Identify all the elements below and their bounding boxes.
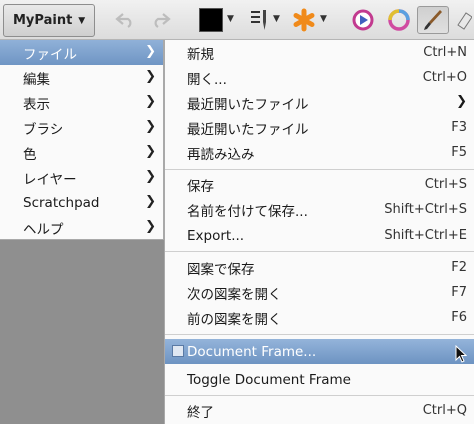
chevron-right-icon: ❯ (456, 94, 467, 109)
chevron-right-icon: ❯ (145, 169, 156, 184)
menu-item-view[interactable]: 表示 ❯ (0, 90, 163, 115)
menu-item-label: 前の図案を開く (187, 311, 282, 328)
app-menu-button[interactable]: MyPaint ▼ (3, 4, 95, 37)
menu-item-save[interactable]: 保存 Ctrl+S (165, 172, 474, 197)
menu-item-save-as[interactable]: 名前を付けて保存... Shift+Ctrl+S (165, 197, 474, 222)
menu-separator (165, 395, 474, 396)
chevron-right-icon: ❯ (145, 69, 156, 84)
accelerator-label: Ctrl+Q (422, 403, 467, 418)
menu-item-label: 編集 (23, 71, 50, 88)
chevron-down-icon[interactable]: ▼ (227, 14, 234, 24)
undo-icon[interactable] (112, 6, 140, 34)
menu-item-file[interactable]: ファイル ❯ (0, 40, 163, 65)
menu-item-label: 色 (23, 146, 37, 163)
menu-item-label: 新規 (187, 46, 214, 63)
accelerator-label: Ctrl+O (422, 70, 467, 85)
chevron-right-icon: ❯ (145, 44, 156, 59)
menu-item-label: 名前を付けて保存... (187, 203, 308, 220)
menu-item-label: ブラシ (23, 121, 64, 138)
toolbar: MyPaint ▼ ▼ ▼ ▼ (0, 0, 474, 40)
accelerator-label: F3 (451, 120, 467, 135)
color-wheel-icon[interactable] (349, 6, 377, 34)
menu-item-label: 再読み込み (187, 146, 255, 163)
chevron-down-icon[interactable]: ▼ (273, 14, 280, 24)
menu-item-open-recent[interactable]: 最近開いたファイル F3 (165, 115, 474, 140)
menu-item-label: ヘルプ (23, 221, 64, 238)
accelerator-label: Shift+Ctrl+E (384, 228, 467, 243)
menu-item-help[interactable]: ヘルプ ❯ (0, 215, 163, 240)
brush-tool-icon[interactable] (417, 6, 449, 34)
menu-item-next-scrap[interactable]: 次の図案を開く F7 (165, 280, 474, 305)
menu-item-reload[interactable]: 再読み込み F5 (165, 140, 474, 165)
accelerator-label: F5 (451, 145, 467, 160)
menu-item-open[interactable]: 開く... Ctrl+O (165, 65, 474, 90)
checkbox-icon (172, 345, 184, 357)
menu-item-label: ファイル (23, 46, 77, 63)
menu-item-toggle-document-frame[interactable]: Toggle Document Frame (165, 367, 474, 392)
menu-item-save-scrap[interactable]: 図案で保存 F2 (165, 255, 474, 280)
accelerator-label: Ctrl+N (423, 45, 467, 60)
mouse-pointer-icon (455, 344, 468, 367)
menu-item-label: 終了 (187, 404, 214, 421)
brush-settings-icon[interactable] (246, 6, 272, 34)
menu-item-label: 図案で保存 (187, 261, 255, 278)
accelerator-label: Ctrl+S (424, 177, 467, 192)
menu-item-scratchpad[interactable]: Scratchpad ❯ (0, 190, 163, 215)
menu-separator (165, 169, 474, 170)
menu-item-layer[interactable]: レイヤー ❯ (0, 165, 163, 190)
redo-icon[interactable] (146, 6, 174, 34)
menu-item-brush[interactable]: ブラシ ❯ (0, 115, 163, 140)
accelerator-label: F2 (451, 260, 467, 275)
chevron-down-icon: ▼ (78, 15, 86, 26)
menu-separator (165, 334, 474, 335)
menu-item-prev-scrap[interactable]: 前の図案を開く F6 (165, 305, 474, 330)
menu-item-new[interactable]: 新規 Ctrl+N (165, 40, 474, 65)
chevron-right-icon: ❯ (145, 219, 156, 234)
menu-item-label: Toggle Document Frame (187, 371, 351, 388)
menu-item-label: レイヤー (23, 171, 77, 188)
accelerator-label: F6 (451, 310, 467, 325)
menu-item-quit[interactable]: 終了 Ctrl+Q (165, 398, 474, 423)
menu-item-label: 次の図案を開く (187, 286, 282, 303)
chevron-right-icon: ❯ (145, 144, 156, 159)
menu-item-label: 開く... (187, 71, 227, 88)
chevron-down-icon[interactable]: ▼ (320, 14, 327, 24)
accelerator-label: Shift+Ctrl+S (384, 202, 467, 217)
menu-item-label: Scratchpad (23, 194, 100, 211)
menu-item-color[interactable]: 色 ❯ (0, 140, 163, 165)
menu-item-label: Export... (187, 227, 245, 244)
menu-separator (165, 251, 474, 252)
menu-item-label: Document Frame... (187, 343, 317, 360)
accelerator-label: F7 (451, 285, 467, 300)
chevron-right-icon: ❯ (145, 94, 156, 109)
color-ring-icon[interactable] (383, 6, 415, 34)
menu-item-export[interactable]: Export... Shift+Ctrl+E (165, 223, 474, 248)
eraser-icon[interactable] (452, 6, 474, 34)
file-submenu: 新規 Ctrl+N 開く... Ctrl+O 最近開いたファイル ❯ 最近開いた… (164, 40, 474, 424)
menu-item-edit[interactable]: 編集 ❯ (0, 65, 163, 90)
menu-item-recent-submenu[interactable]: 最近開いたファイル ❯ (165, 90, 474, 115)
symmetry-icon[interactable] (290, 6, 318, 34)
chevron-right-icon: ❯ (145, 119, 156, 134)
menu-item-label: 最近開いたファイル (187, 121, 309, 138)
brush-color-swatch[interactable] (196, 6, 226, 34)
menu-item-label: 表示 (23, 96, 50, 113)
menu-item-label: 最近開いたファイル (187, 96, 309, 113)
chevron-right-icon: ❯ (145, 194, 156, 209)
app-menu-label: MyPaint (13, 13, 73, 28)
main-menu: ファイル ❯ 編集 ❯ 表示 ❯ ブラシ ❯ 色 ❯ レイヤー ❯ Scratc… (0, 40, 164, 240)
menu-item-label: 保存 (187, 178, 214, 195)
menu-item-document-frame[interactable]: Document Frame... (165, 339, 474, 364)
